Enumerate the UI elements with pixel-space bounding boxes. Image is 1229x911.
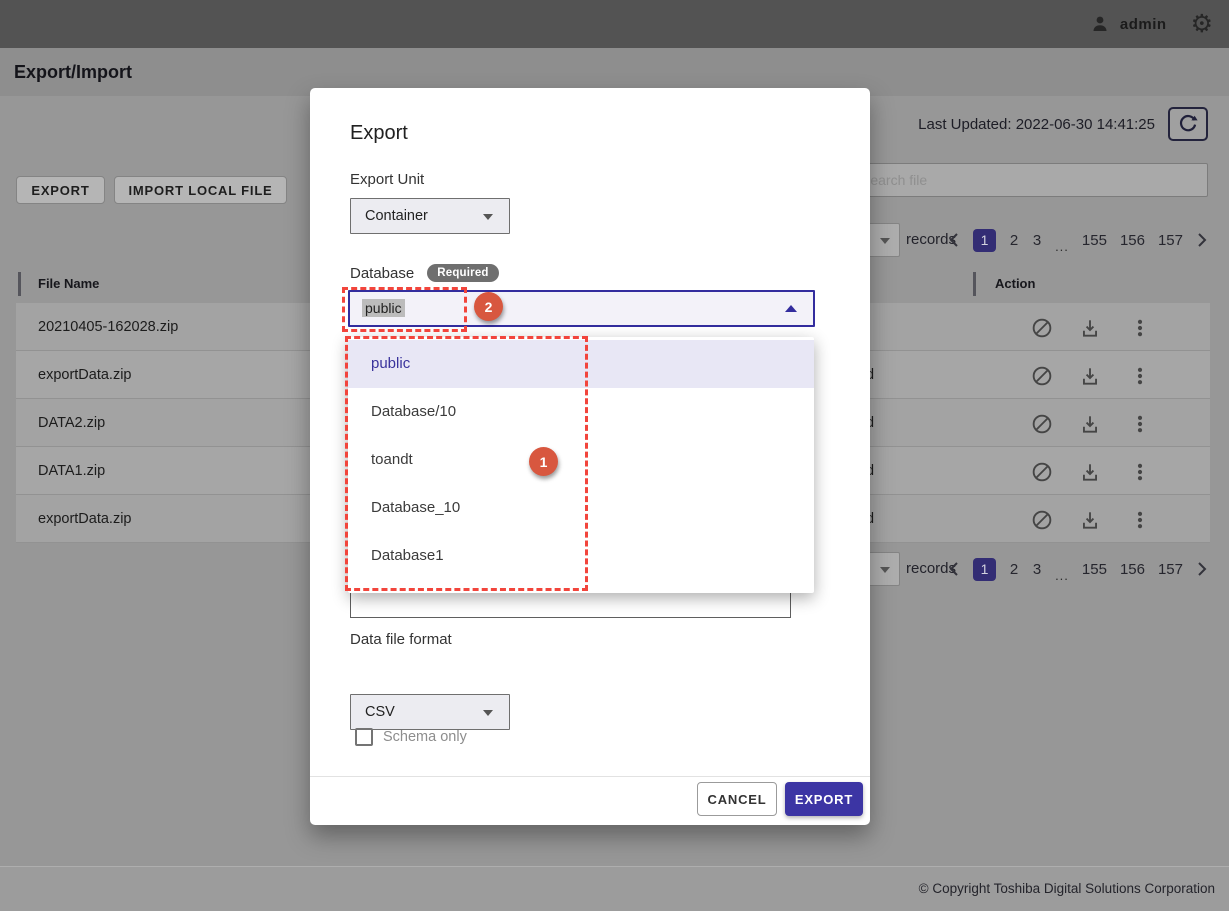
schema-only-label: Schema only <box>383 729 467 745</box>
refresh-button[interactable] <box>1168 107 1208 141</box>
pagination-page-3[interactable]: 3 <box>1032 561 1042 578</box>
data-file-format-value: CSV <box>365 704 395 720</box>
username-label: admin <box>1120 16 1167 33</box>
file-name-cell: DATA2.zip <box>38 399 105 447</box>
pagination-page-1[interactable]: 1 <box>973 229 996 252</box>
topbar: admin ⚙ <box>0 0 1229 48</box>
cancel-button[interactable]: CANCEL <box>697 782 777 816</box>
data-file-format-label: Data file format <box>350 631 452 648</box>
chevron-left-icon[interactable] <box>948 561 960 577</box>
export-unit-label: Export Unit <box>350 171 424 188</box>
download-icon[interactable] <box>1078 316 1102 340</box>
annotation-step2-marker: 2 <box>474 292 503 321</box>
more-vert-icon[interactable] <box>1128 316 1152 340</box>
more-vert-icon[interactable] <box>1128 364 1152 388</box>
schema-only-row: Schema only <box>355 728 467 746</box>
pagination-ellipsis: ... <box>1055 568 1069 583</box>
export-unit-select[interactable]: Container <box>350 198 510 234</box>
download-icon[interactable] <box>1078 508 1102 532</box>
column-divider <box>18 272 21 296</box>
block-icon[interactable] <box>1030 508 1054 532</box>
person-icon <box>1090 14 1110 34</box>
pagination-ellipsis: ... <box>1055 239 1069 254</box>
more-vert-icon[interactable] <box>1128 412 1152 436</box>
block-icon[interactable] <box>1030 460 1054 484</box>
data-file-format-select[interactable]: CSV <box>350 694 510 730</box>
import-local-file-button[interactable]: IMPORT LOCAL FILE <box>114 176 287 204</box>
dialog-export-button[interactable]: EXPORT <box>785 782 863 816</box>
chevron-left-icon[interactable] <box>948 232 960 248</box>
block-icon[interactable] <box>1030 412 1054 436</box>
export-unit-value: Container <box>365 208 428 224</box>
database-label: Database <box>350 265 414 282</box>
column-header-file-name: File Name <box>38 265 99 303</box>
column-header-action: Action <box>995 265 1035 303</box>
page-footer: © Copyright Toshiba Digital Solutions Co… <box>0 866 1229 911</box>
chevron-right-icon[interactable] <box>1196 232 1208 248</box>
pagination-page-157[interactable]: 157 <box>1158 232 1183 249</box>
action-cell <box>1016 495 1210 543</box>
more-vert-icon[interactable] <box>1128 460 1152 484</box>
refresh-icon <box>1177 113 1199 135</box>
annotation-box-step2 <box>342 287 467 332</box>
pagination-page-2[interactable]: 2 <box>1009 232 1019 249</box>
pagination-page-155[interactable]: 155 <box>1082 561 1107 578</box>
download-icon[interactable] <box>1078 364 1102 388</box>
pagination-page-157[interactable]: 157 <box>1158 561 1183 578</box>
required-badge: Required <box>427 264 498 282</box>
copyright-label: © Copyright Toshiba Digital Solutions Co… <box>919 867 1215 911</box>
caret-down-icon <box>880 567 890 573</box>
pagination-page-156[interactable]: 156 <box>1120 561 1145 578</box>
caret-up-icon <box>785 305 797 312</box>
file-name-cell: 20210405-162028.zip <box>38 303 178 351</box>
action-cell <box>1016 399 1210 447</box>
annotation-step1-marker: 1 <box>529 447 558 476</box>
schema-only-checkbox[interactable] <box>355 728 373 746</box>
pagination-page-155[interactable]: 155 <box>1082 232 1107 249</box>
dialog-title: Export <box>350 122 408 145</box>
gear-icon[interactable]: ⚙ <box>1191 12 1213 37</box>
block-icon[interactable] <box>1030 364 1054 388</box>
search-input[interactable] <box>848 163 1208 197</box>
file-name-cell: DATA1.zip <box>38 447 105 495</box>
action-cell <box>1016 447 1210 495</box>
database-label-row: Database Required <box>350 264 499 282</box>
pagination-page-1[interactable]: 1 <box>973 558 996 581</box>
action-cell <box>1016 303 1210 351</box>
page-title: Export/Import <box>14 48 132 96</box>
chevron-right-icon[interactable] <box>1196 561 1208 577</box>
pagination-page-3[interactable]: 3 <box>1032 232 1042 249</box>
block-icon[interactable] <box>1030 316 1054 340</box>
pagination-top: 123... 155 156 157 <box>948 226 1208 254</box>
export-import-screen: admin ⚙ Export/Import Last Updated: 2022… <box>0 0 1229 911</box>
file-name-cell: exportData.zip <box>38 351 132 399</box>
pagination-page-2[interactable]: 2 <box>1009 561 1019 578</box>
file-name-cell: exportData.zip <box>38 495 132 543</box>
caret-down-icon <box>483 214 493 220</box>
download-icon[interactable] <box>1078 412 1102 436</box>
column-divider <box>973 272 976 296</box>
export-button[interactable]: EXPORT <box>16 176 105 204</box>
pagination-bottom: 123... 155 156 157 <box>948 555 1208 583</box>
download-icon[interactable] <box>1078 460 1102 484</box>
last-updated-label: Last Updated: 2022-06-30 14:41:25 <box>918 116 1155 133</box>
more-vert-icon[interactable] <box>1128 508 1152 532</box>
dialog-footer-divider <box>310 776 870 777</box>
action-cell <box>1016 351 1210 399</box>
caret-down-icon <box>880 238 890 244</box>
caret-down-icon <box>483 710 493 716</box>
pagination-page-156[interactable]: 156 <box>1120 232 1145 249</box>
